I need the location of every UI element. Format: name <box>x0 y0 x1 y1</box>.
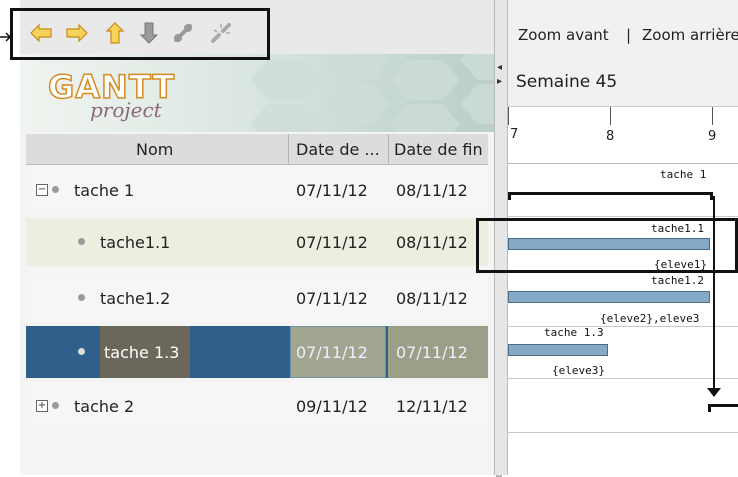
task-start-date: 07/11/12 <box>296 233 368 252</box>
logo-banner: GANTT project <box>20 54 494 132</box>
week-label: Semaine 45 <box>516 72 618 92</box>
task-bullet-icon <box>52 402 59 409</box>
task-bullet-icon <box>78 238 85 245</box>
summary-bar[interactable] <box>708 404 738 407</box>
task-bullet-icon <box>52 186 59 193</box>
task-start-date: 07/11/12 <box>296 343 368 362</box>
task-end-date: 08/11/12 <box>396 289 468 308</box>
task-name: tache 1 <box>74 181 135 200</box>
task-end-date: 07/11/12 <box>396 343 468 362</box>
task-row[interactable]: + tache 2 09/11/12 12/11/12 <box>26 382 488 430</box>
task-name: tache1.2 <box>100 289 171 308</box>
task-row[interactable]: tache1.1 07/11/12 08/11/12 <box>26 218 488 266</box>
zoom-bar: Zoom avant | Zoom arrière <box>508 0 738 60</box>
column-header-name[interactable]: Nom <box>136 140 173 159</box>
gantt-label-task: tache1.2 <box>651 274 704 287</box>
task-bar[interactable] <box>508 344 608 356</box>
gantt-label-task: tache 1 <box>660 168 707 181</box>
task-row[interactable]: tache1.2 07/11/12 08/11/12 <box>26 274 488 322</box>
zoom-separator: | <box>626 26 632 44</box>
task-row-highlight-box <box>476 218 738 273</box>
day-label: 8 <box>606 129 615 144</box>
summary-bar[interactable] <box>508 192 713 195</box>
logo-subtitle: project <box>90 98 162 122</box>
timeline-day-header: 7 8 9 <box>508 106 738 164</box>
column-header-end-date[interactable]: Date de fin <box>394 140 483 159</box>
task-table-header: Nom Date de ... Date de fin <box>26 134 488 165</box>
day-label: 9 <box>708 129 717 144</box>
zoom-out-link[interactable]: Zoom arrière <box>642 26 738 44</box>
task-start-date: 09/11/12 <box>296 397 368 416</box>
collapse-icon[interactable]: − <box>36 184 48 196</box>
gantt-label-resource: {eleve3} <box>552 364 605 377</box>
task-bar[interactable] <box>508 291 710 303</box>
dependency-arrow-icon <box>707 388 721 397</box>
task-row[interactable]: − tache 1 07/11/12 08/11/12 <box>26 166 488 214</box>
expand-icon[interactable]: + <box>36 400 48 412</box>
column-header-start-date[interactable]: Date de ... <box>296 140 380 159</box>
task-end-date: 08/11/12 <box>396 181 468 200</box>
task-name: tache1.1 <box>100 233 171 252</box>
zoom-in-link[interactable]: Zoom avant <box>518 26 609 44</box>
day-label: 7 <box>510 127 519 142</box>
task-start-date: 07/11/12 <box>296 289 368 308</box>
collapse-right-icon[interactable]: ▸ <box>497 76 502 87</box>
task-row-selected[interactable]: tache 1.3 07/11/12 07/11/12 <box>26 326 488 378</box>
gantt-label-resource: {eleve2},eleve3 <box>600 312 700 325</box>
pointer-arrow-icon <box>0 32 12 42</box>
task-bullet-icon <box>78 294 85 301</box>
task-end-date: 08/11/12 <box>396 233 468 252</box>
task-start-date: 07/11/12 <box>296 181 368 200</box>
toolbar-highlight-box <box>10 8 270 60</box>
task-name: tache 1.3 <box>104 343 180 362</box>
task-tree-panel: GANTT project Nom Date de ... Date de fi… <box>20 0 502 477</box>
timeline-week-header: Semaine 45 <box>508 60 738 106</box>
collapse-left-icon[interactable]: ◂ <box>497 62 502 73</box>
task-bullet-icon <box>78 348 85 355</box>
task-end-date: 12/11/12 <box>396 397 468 416</box>
task-name: tache 2 <box>74 397 135 416</box>
gantt-label-task: tache 1.3 <box>544 326 604 339</box>
